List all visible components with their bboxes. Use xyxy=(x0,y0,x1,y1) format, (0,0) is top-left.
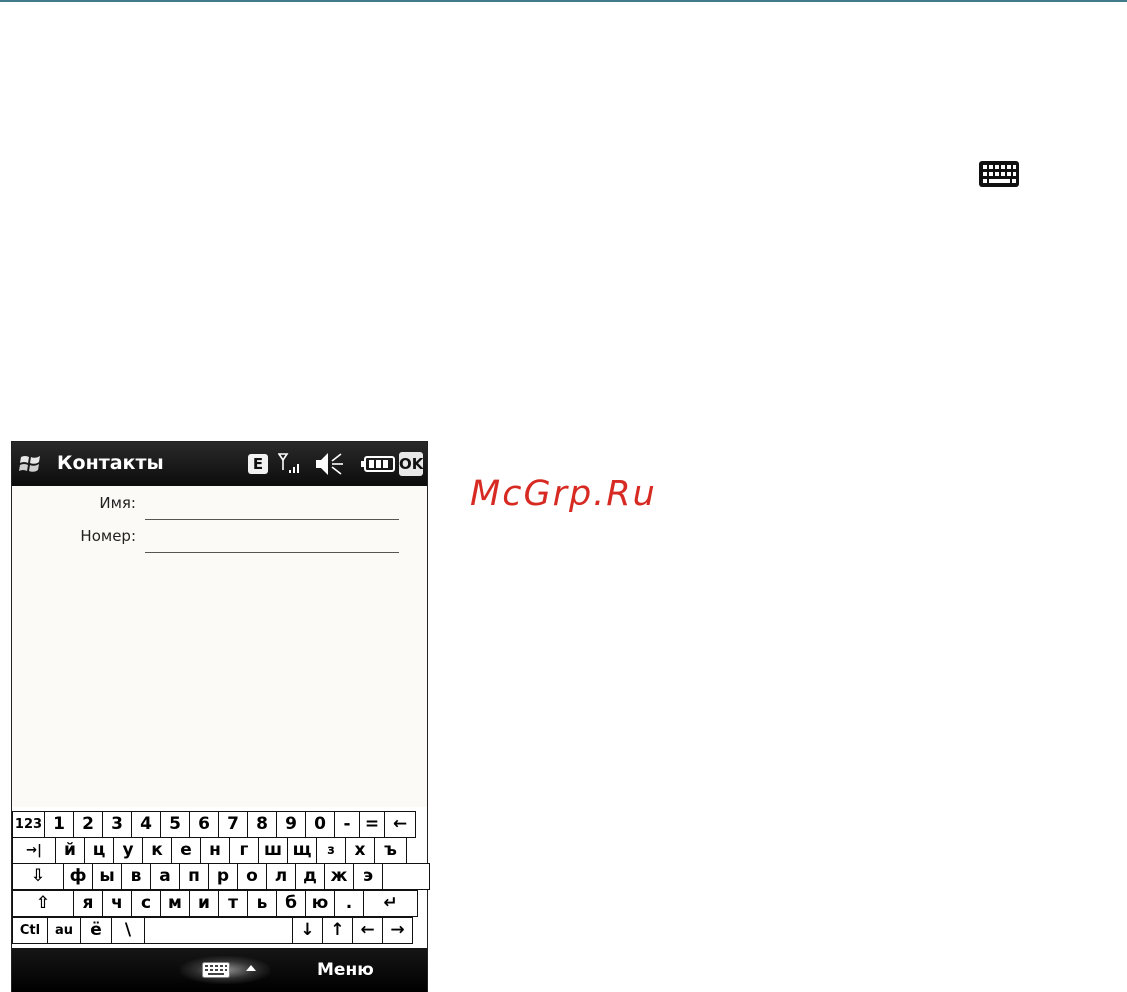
caret-up-icon xyxy=(246,965,256,971)
name-label: Имя: xyxy=(99,494,136,512)
key[interactable]: л xyxy=(266,863,296,890)
key[interactable]: 0 xyxy=(305,811,335,838)
key[interactable]: й xyxy=(55,837,85,864)
key[interactable]: = xyxy=(359,811,385,838)
enter-key[interactable]: ↵ xyxy=(363,890,418,917)
key-123[interactable]: 123 xyxy=(12,811,45,838)
top-rule xyxy=(0,0,1127,2)
key[interactable]: ь xyxy=(247,890,277,917)
key[interactable]: з xyxy=(316,837,346,864)
keyboard-row: ⇩ ф ы в а п р о л д ж э xyxy=(12,863,430,890)
keyboard-icon xyxy=(202,962,230,978)
key[interactable]: 8 xyxy=(247,811,277,838)
key[interactable]: . xyxy=(334,890,364,917)
soft-key-bar: Меню xyxy=(12,948,427,992)
network-type-badge[interactable]: E xyxy=(248,454,268,474)
keyboard-row: 123 1 2 3 4 5 6 7 8 9 0 - = ← xyxy=(12,811,416,838)
speaker-icon[interactable] xyxy=(315,451,345,477)
backspace-key[interactable]: ← xyxy=(384,811,416,838)
key[interactable]: 3 xyxy=(102,811,132,838)
windows-start-icon[interactable] xyxy=(18,451,44,477)
caps-key[interactable]: ⇩ xyxy=(12,863,64,890)
key[interactable]: ф xyxy=(63,863,93,890)
key[interactable]: 7 xyxy=(218,811,248,838)
key[interactable]: е xyxy=(171,837,201,864)
number-label: Номер: xyxy=(80,527,136,545)
shift-key[interactable]: ⇧ xyxy=(12,890,74,917)
key[interactable]: 5 xyxy=(160,811,190,838)
key[interactable]: ё xyxy=(80,917,112,944)
tab-key[interactable]: →| xyxy=(12,837,56,864)
keyboard-row: ⇧ я ч с м и т ь б ю . ↵ xyxy=(12,890,418,917)
key[interactable]: - xyxy=(334,811,360,838)
up-arrow-key[interactable]: ↑ xyxy=(322,917,353,944)
key[interactable]: ю xyxy=(305,890,335,917)
key[interactable]: ъ xyxy=(374,837,407,864)
key[interactable]: р xyxy=(208,863,238,890)
key[interactable]: ц xyxy=(84,837,114,864)
key[interactable]: щ xyxy=(287,837,317,864)
input-panel-toggle[interactable] xyxy=(180,956,270,984)
space-key[interactable] xyxy=(144,917,293,944)
keyboard-row: Ctl au ё \ ↓ ↑ ← → xyxy=(12,917,413,944)
key[interactable]: в xyxy=(121,863,151,890)
title-bar: Контакты E OK xyxy=(12,442,427,486)
au-key[interactable]: au xyxy=(47,917,81,944)
key[interactable]: э xyxy=(353,863,383,890)
key[interactable]: ч xyxy=(102,890,132,917)
key[interactable]: о xyxy=(237,863,267,890)
key[interactable]: ы xyxy=(92,863,122,890)
key[interactable]: ш xyxy=(258,837,288,864)
key[interactable]: с xyxy=(131,890,161,917)
key[interactable]: б xyxy=(276,890,306,917)
left-arrow-key[interactable]: ← xyxy=(352,917,383,944)
key[interactable]: д xyxy=(295,863,325,890)
key[interactable]: 4 xyxy=(131,811,161,838)
key[interactable]: п xyxy=(179,863,209,890)
key[interactable]: к xyxy=(142,837,172,864)
key-blank[interactable] xyxy=(382,863,430,890)
key[interactable]: а xyxy=(150,863,180,890)
watermark: McGrp.Ru xyxy=(470,474,657,514)
key[interactable]: н xyxy=(200,837,230,864)
key[interactable]: 1 xyxy=(44,811,74,838)
key[interactable]: т xyxy=(218,890,248,917)
keyboard-row: →| й ц у к е н г ш щ з х ъ xyxy=(12,837,407,864)
key[interactable]: у xyxy=(113,837,143,864)
right-arrow-key[interactable]: → xyxy=(382,917,413,944)
ctrl-key[interactable]: Ctl xyxy=(12,917,48,944)
on-screen-keyboard: 123 1 2 3 4 5 6 7 8 9 0 - = ← →| й ц у к… xyxy=(12,807,430,948)
key[interactable]: г xyxy=(229,837,259,864)
down-arrow-key[interactable]: ↓ xyxy=(292,917,323,944)
battery-icon[interactable] xyxy=(361,456,395,472)
signal-strength-icon[interactable] xyxy=(278,452,302,476)
key[interactable]: я xyxy=(73,890,103,917)
menu-softkey[interactable]: Меню xyxy=(317,960,374,980)
key[interactable]: 6 xyxy=(189,811,219,838)
key[interactable]: 2 xyxy=(73,811,103,838)
key[interactable]: ж xyxy=(324,863,354,890)
key[interactable]: х xyxy=(345,837,375,864)
key[interactable]: м xyxy=(160,890,190,917)
ok-button[interactable]: OK xyxy=(399,452,423,476)
device-screen: Контакты E OK Имя: Номер: 123 1 2 3 4 5 … xyxy=(11,441,430,992)
key[interactable]: и xyxy=(189,890,219,917)
key[interactable]: \ xyxy=(111,917,145,944)
key[interactable]: 9 xyxy=(276,811,306,838)
name-field[interactable] xyxy=(145,519,399,520)
app-title: Контакты xyxy=(57,452,164,474)
number-field[interactable] xyxy=(145,552,399,553)
keyboard-icon xyxy=(979,161,1019,187)
